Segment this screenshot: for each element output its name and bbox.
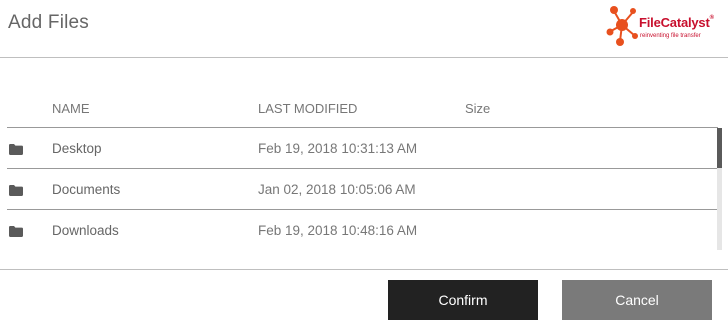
column-header-size[interactable]: Size: [465, 101, 490, 116]
table-row[interactable]: Desktop Feb 19, 2018 10:31:13 AM: [7, 128, 718, 169]
dialog-header: Add Files FileCatalyst® reinventing file…: [0, 0, 728, 58]
logo-tagline: reinventing file transfer: [640, 33, 701, 39]
cancel-button[interactable]: Cancel: [562, 280, 712, 320]
scrollbar-thumb[interactable]: [717, 128, 722, 168]
dialog-title: Add Files: [8, 12, 90, 33]
row-last-modified: Jan 02, 2018 10:05:06 AM: [258, 182, 416, 197]
column-header-last-modified[interactable]: LAST MODIFIED: [258, 101, 357, 116]
file-table: NAME LAST MODIFIED Size Desktop Feb 19, …: [7, 88, 718, 268]
row-last-modified: Feb 19, 2018 10:31:13 AM: [258, 141, 418, 156]
table-body: Desktop Feb 19, 2018 10:31:13 AM Documen…: [7, 128, 718, 268]
row-name: Documents: [52, 182, 121, 197]
row-name: Desktop: [52, 141, 102, 156]
filecatalyst-logo-mark-icon: [606, 6, 638, 46]
filecatalyst-logo: FileCatalyst® reinventing file transfer: [606, 3, 721, 47]
row-name: Downloads: [52, 223, 119, 238]
folder-icon: [9, 185, 23, 196]
add-files-dialog: Add Files FileCatalyst® reinventing file…: [0, 0, 728, 328]
table-header: NAME LAST MODIFIED Size: [7, 88, 718, 128]
footer-divider: [0, 269, 728, 270]
row-last-modified: Feb 19, 2018 10:48:16 AM: [258, 223, 418, 238]
column-header-name[interactable]: NAME: [52, 101, 90, 116]
folder-icon: [9, 226, 23, 237]
folder-icon: [9, 144, 23, 155]
logo-wordmark: FileCatalyst®: [639, 15, 714, 30]
confirm-button[interactable]: Confirm: [388, 280, 538, 320]
table-row[interactable]: Downloads Feb 19, 2018 10:48:16 AM: [7, 210, 718, 251]
table-row[interactable]: Documents Jan 02, 2018 10:05:06 AM: [7, 169, 718, 210]
